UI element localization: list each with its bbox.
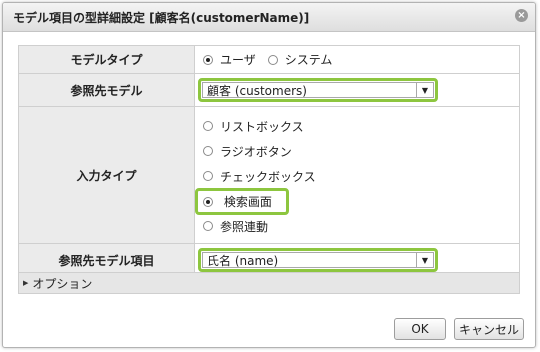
input-type-ref-link-option[interactable]: 参照連動 bbox=[203, 214, 268, 239]
close-icon[interactable]: × bbox=[515, 9, 528, 22]
radio-checked-icon[interactable] bbox=[203, 197, 213, 207]
dialog-titlebar: モデル項目の型詳細設定 [顧客名(customerName)] × bbox=[3, 3, 535, 32]
model-type-row: モデルタイプ ユーザ システム bbox=[19, 46, 519, 74]
ref-model-item-value: 氏名 (name) bbox=[207, 253, 279, 268]
input-type-search-label: 検索画面 bbox=[223, 194, 272, 209]
radio-unchecked-icon[interactable] bbox=[203, 221, 213, 231]
input-type-row: 入力タイプ リストボックス ラジオボタン チェックボックス 検索画面 参照連動 bbox=[19, 107, 519, 244]
input-type-listbox-label: リストボックス bbox=[220, 119, 304, 134]
ref-model-cell: 顧客 (customers) ▼ bbox=[195, 74, 519, 106]
input-type-ref-link-label: 参照連動 bbox=[220, 219, 269, 234]
ref-model-item-select[interactable]: 氏名 (name) ▼ bbox=[202, 252, 434, 268]
input-type-search-option[interactable]: 検索画面 bbox=[195, 187, 289, 215]
model-type-system-option[interactable]: システム bbox=[267, 51, 333, 68]
model-type-options: ユーザ システム bbox=[195, 46, 519, 73]
input-type-checkbox-option[interactable]: チェックボックス bbox=[203, 164, 316, 189]
dialog-title: モデル項目の型詳細設定 [顧客名(customerName)] bbox=[13, 11, 310, 25]
radio-checked-icon[interactable] bbox=[203, 54, 213, 65]
dropdown-arrow-icon[interactable]: ▼ bbox=[416, 83, 433, 97]
radio-unchecked-icon[interactable] bbox=[203, 146, 213, 156]
ref-model-label: 参照先モデル bbox=[19, 74, 195, 106]
input-type-checkbox-label: チェックボックス bbox=[220, 169, 316, 184]
model-type-user-option[interactable]: ユーザ bbox=[203, 51, 256, 68]
radio-unchecked-icon[interactable] bbox=[203, 121, 213, 131]
input-type-radio-label: ラジオボタン bbox=[220, 144, 292, 159]
ref-model-highlight: 顧客 (customers) ▼ bbox=[198, 78, 438, 102]
cancel-button[interactable]: キャンセル bbox=[454, 318, 524, 340]
triangle-right-icon: ▶ bbox=[23, 279, 29, 287]
ok-button[interactable]: OK bbox=[394, 318, 446, 340]
ref-model-row: 参照先モデル 顧客 (customers) ▼ bbox=[19, 74, 519, 107]
ref-model-value: 顧客 (customers) bbox=[207, 83, 307, 98]
model-type-label: モデルタイプ bbox=[19, 46, 195, 73]
radio-unchecked-icon[interactable] bbox=[203, 171, 213, 181]
input-type-label: 入力タイプ bbox=[19, 107, 195, 243]
options-section-label: オプション bbox=[32, 276, 93, 291]
ref-model-item-highlight: 氏名 (name) ▼ bbox=[198, 248, 438, 272]
input-type-options: リストボックス ラジオボタン チェックボックス 検索画面 参照連動 bbox=[195, 107, 519, 243]
model-type-user-label: ユーザ bbox=[220, 53, 256, 67]
ref-model-select[interactable]: 顧客 (customers) ▼ bbox=[202, 82, 434, 98]
options-section-toggle[interactable]: ▶ オプション bbox=[18, 272, 520, 294]
model-type-system-label: システム bbox=[284, 53, 333, 67]
input-type-radio-option[interactable]: ラジオボタン bbox=[203, 139, 292, 164]
settings-form: モデルタイプ ユーザ システム 参照先モデル 顧客 (customers) ▼ bbox=[18, 45, 520, 277]
input-type-search-highlight: 検索画面 bbox=[195, 187, 289, 215]
dropdown-arrow-icon[interactable]: ▼ bbox=[416, 253, 433, 267]
radio-unchecked-icon[interactable] bbox=[267, 54, 278, 65]
input-type-listbox-option[interactable]: リストボックス bbox=[203, 114, 304, 139]
